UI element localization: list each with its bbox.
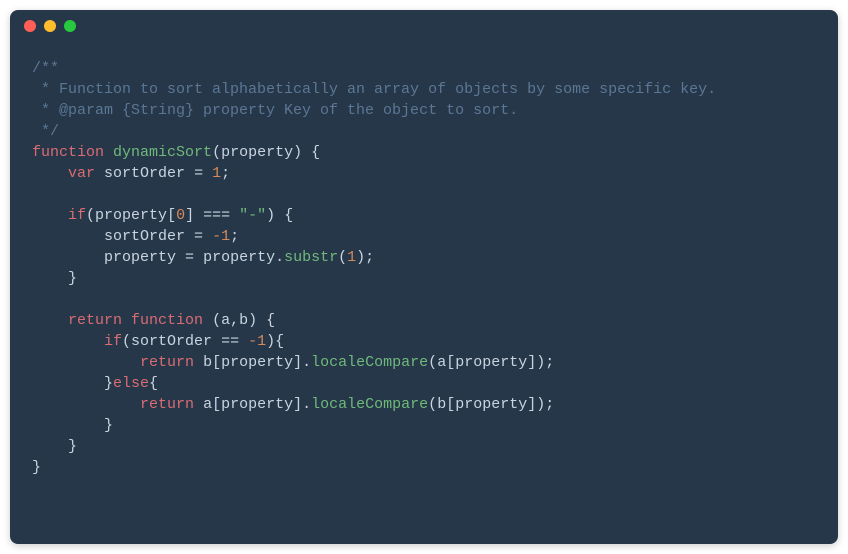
number: 0	[176, 207, 185, 224]
comma: ,	[230, 312, 239, 329]
paren: (	[86, 207, 95, 224]
number: -1	[248, 333, 266, 350]
maximize-icon[interactable]	[64, 20, 76, 32]
operator: ==	[221, 333, 239, 350]
paren: (	[428, 354, 437, 371]
bracket: [	[446, 396, 455, 413]
variable: sortOrder	[104, 228, 185, 245]
operator: =	[194, 228, 203, 245]
keyword-if: if	[104, 333, 122, 350]
paren: )	[293, 144, 302, 161]
param: property	[221, 144, 293, 161]
keyword-var: var	[68, 165, 95, 182]
paren: (	[212, 312, 221, 329]
brace: }	[104, 417, 113, 434]
comment-open: /**	[32, 60, 59, 77]
number: 1	[347, 249, 356, 266]
bracket: [	[212, 354, 221, 371]
bracket: ]	[293, 354, 302, 371]
semicolon: ;	[221, 165, 230, 182]
semicolon: ;	[365, 249, 374, 266]
variable: property	[455, 354, 527, 371]
function-name: dynamicSort	[113, 144, 212, 161]
variable: a	[437, 354, 446, 371]
paren: )	[536, 354, 545, 371]
variable: sortOrder	[131, 333, 212, 350]
bracket: ]	[293, 396, 302, 413]
brace: {	[149, 375, 158, 392]
paren: (	[338, 249, 347, 266]
paren: )	[248, 312, 257, 329]
param: a	[221, 312, 230, 329]
minimize-icon[interactable]	[44, 20, 56, 32]
keyword-else: else	[113, 375, 149, 392]
paren: (	[122, 333, 131, 350]
comment-line: * @param {String} property Key of the ob…	[32, 102, 518, 119]
brace: }	[68, 438, 77, 455]
brace: {	[311, 144, 320, 161]
bracket: ]	[527, 354, 536, 371]
brace: }	[104, 375, 113, 392]
string: "-"	[239, 207, 266, 224]
brace: {	[266, 312, 275, 329]
variable: property	[203, 249, 275, 266]
brace: {	[284, 207, 293, 224]
paren: )	[266, 207, 275, 224]
variable: property	[221, 354, 293, 371]
variable: b	[437, 396, 446, 413]
method: localeCompare	[311, 354, 428, 371]
variable: property	[455, 396, 527, 413]
keyword-return: return	[140, 396, 194, 413]
dot: .	[302, 354, 311, 371]
keyword-return: return	[68, 312, 122, 329]
semicolon: ;	[545, 396, 554, 413]
window-titlebar	[10, 10, 838, 42]
close-icon[interactable]	[24, 20, 36, 32]
bracket: ]	[185, 207, 194, 224]
semicolon: ;	[230, 228, 239, 245]
operator: =	[185, 249, 194, 266]
brace: }	[68, 270, 77, 287]
dot: .	[275, 249, 284, 266]
comment-line: * Function to sort alphabetically an arr…	[32, 81, 716, 98]
paren: )	[536, 396, 545, 413]
variable: property	[95, 207, 167, 224]
bracket: ]	[527, 396, 536, 413]
brace: }	[32, 459, 41, 476]
semicolon: ;	[545, 354, 554, 371]
dot: .	[302, 396, 311, 413]
brace: {	[275, 333, 284, 350]
number: 1	[212, 165, 221, 182]
variable: sortOrder	[104, 165, 185, 182]
variable: property	[221, 396, 293, 413]
comment-close: */	[32, 123, 59, 140]
bracket: [	[446, 354, 455, 371]
keyword-function: function	[131, 312, 203, 329]
code-window: /** * Function to sort alphabetically an…	[10, 10, 838, 544]
bracket: [	[167, 207, 176, 224]
variable: b	[203, 354, 212, 371]
keyword-function: function	[32, 144, 104, 161]
method: substr	[284, 249, 338, 266]
variable: property	[104, 249, 176, 266]
bracket: [	[212, 396, 221, 413]
paren: (	[428, 396, 437, 413]
method: localeCompare	[311, 396, 428, 413]
keyword-return: return	[140, 354, 194, 371]
operator: =	[194, 165, 203, 182]
paren: )	[356, 249, 365, 266]
param: b	[239, 312, 248, 329]
keyword-if: if	[68, 207, 86, 224]
paren: (	[212, 144, 221, 161]
operator: ===	[203, 207, 230, 224]
number: -1	[212, 228, 230, 245]
code-content: /** * Function to sort alphabetically an…	[10, 42, 838, 494]
paren: )	[266, 333, 275, 350]
variable: a	[203, 396, 212, 413]
